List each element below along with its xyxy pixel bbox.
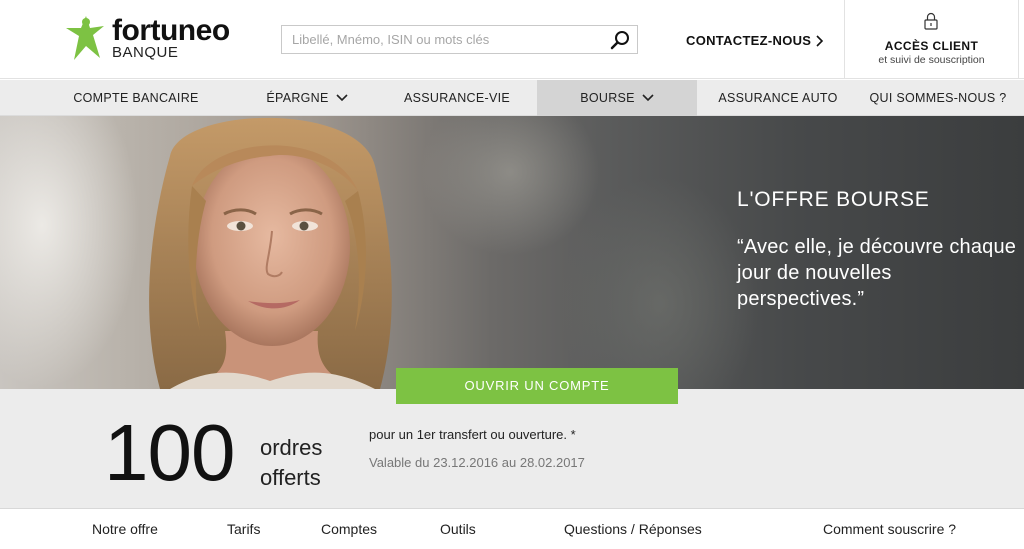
offer-label-line1: ordres [260, 435, 323, 460]
offer-band: 100 ordres offerts pour un 1er transfert… [0, 389, 1024, 508]
main-nav: COMPTE BANCAIRE ÉPARGNE ASSURANCE-VIE BO… [0, 80, 1024, 116]
nav-item-bourse[interactable]: BOURSE [537, 80, 697, 116]
nav-item-label: COMPTE BANCAIRE [73, 91, 199, 105]
client-access-subtitle: et suivi de souscription [878, 54, 985, 66]
nav-item-compte-bancaire[interactable]: COMPTE BANCAIRE [56, 80, 216, 116]
chevron-down-icon [336, 94, 348, 102]
hero-portrait-image [149, 117, 392, 389]
tab-comptes[interactable]: Comptes [321, 521, 377, 537]
open-account-button[interactable]: OUVRIR UN COMPTE [396, 368, 678, 404]
nav-item-assurance-auto[interactable]: ASSURANCE AUTO [703, 80, 853, 116]
search-icon[interactable] [609, 29, 631, 51]
fortuneo-star-man-icon [66, 16, 104, 60]
nav-item-label: ASSURANCE-VIE [403, 91, 510, 105]
nav-item-label: QUI SOMMES-NOUS ? [869, 91, 1007, 105]
section-tabs: Notre offre Tarifs Comptes Outils Questi… [0, 508, 1024, 549]
client-access-title: ACCÈS CLIENT [884, 39, 979, 53]
contact-label: CONTACTEZ-NOUS [686, 33, 812, 48]
offer-number: 100 [104, 408, 235, 497]
nav-item-label: ASSURANCE AUTO [718, 91, 838, 105]
contact-link[interactable]: CONTACTEZ-NOUS [686, 33, 824, 48]
fortuneo-logo[interactable]: fortuneo BANQUE [64, 14, 230, 62]
lock-icon [924, 12, 938, 30]
offer-validity: Valable du 23.12.2016 au 28.02.2017 [369, 455, 585, 470]
client-access-button[interactable]: ACCÈS CLIENT et suivi de souscription [844, 0, 1019, 79]
nav-item-epargne[interactable]: ÉPARGNE [232, 80, 382, 116]
offer-number-label: ordres offerts [260, 433, 322, 493]
hero-background [560, 176, 760, 389]
hero-banner: L'OFFRE BOURSE “Avec elle, je découvre c… [0, 116, 1024, 389]
tab-tarifs[interactable]: Tarifs [227, 521, 260, 537]
chevron-right-icon [816, 34, 824, 47]
nav-item-label: ÉPARGNE [266, 91, 329, 105]
offer-condition: pour un 1er transfert ou ouverture. * [369, 427, 576, 442]
nav-item-qui-sommes-nous[interactable]: QUI SOMMES-NOUS ? [860, 80, 1016, 116]
hero-title: L'OFFRE BOURSE [737, 188, 930, 211]
search-box [281, 25, 638, 54]
logo-name: fortuneo [112, 14, 230, 47]
chevron-down-icon [642, 94, 654, 102]
nav-item-assurance-vie[interactable]: ASSURANCE-VIE [382, 80, 532, 116]
tab-outils[interactable]: Outils [440, 521, 476, 537]
logo-subtitle: BANQUE [112, 44, 179, 61]
hero-background [0, 116, 140, 389]
hero-quote: “Avec elle, je découvre chaque jour de n… [737, 236, 1017, 310]
tab-comment-souscrire[interactable]: Comment souscrire ? [823, 521, 956, 537]
tab-notre-offre[interactable]: Notre offre [92, 521, 158, 537]
nav-item-label: BOURSE [580, 91, 635, 105]
tab-questions-reponses[interactable]: Questions / Réponses [564, 521, 702, 537]
offer-label-line2: offerts [260, 465, 321, 490]
site-header: fortuneo BANQUE CONTACTEZ-NOUS ACCÈS CLI… [0, 0, 1024, 79]
search-input[interactable] [282, 26, 602, 53]
